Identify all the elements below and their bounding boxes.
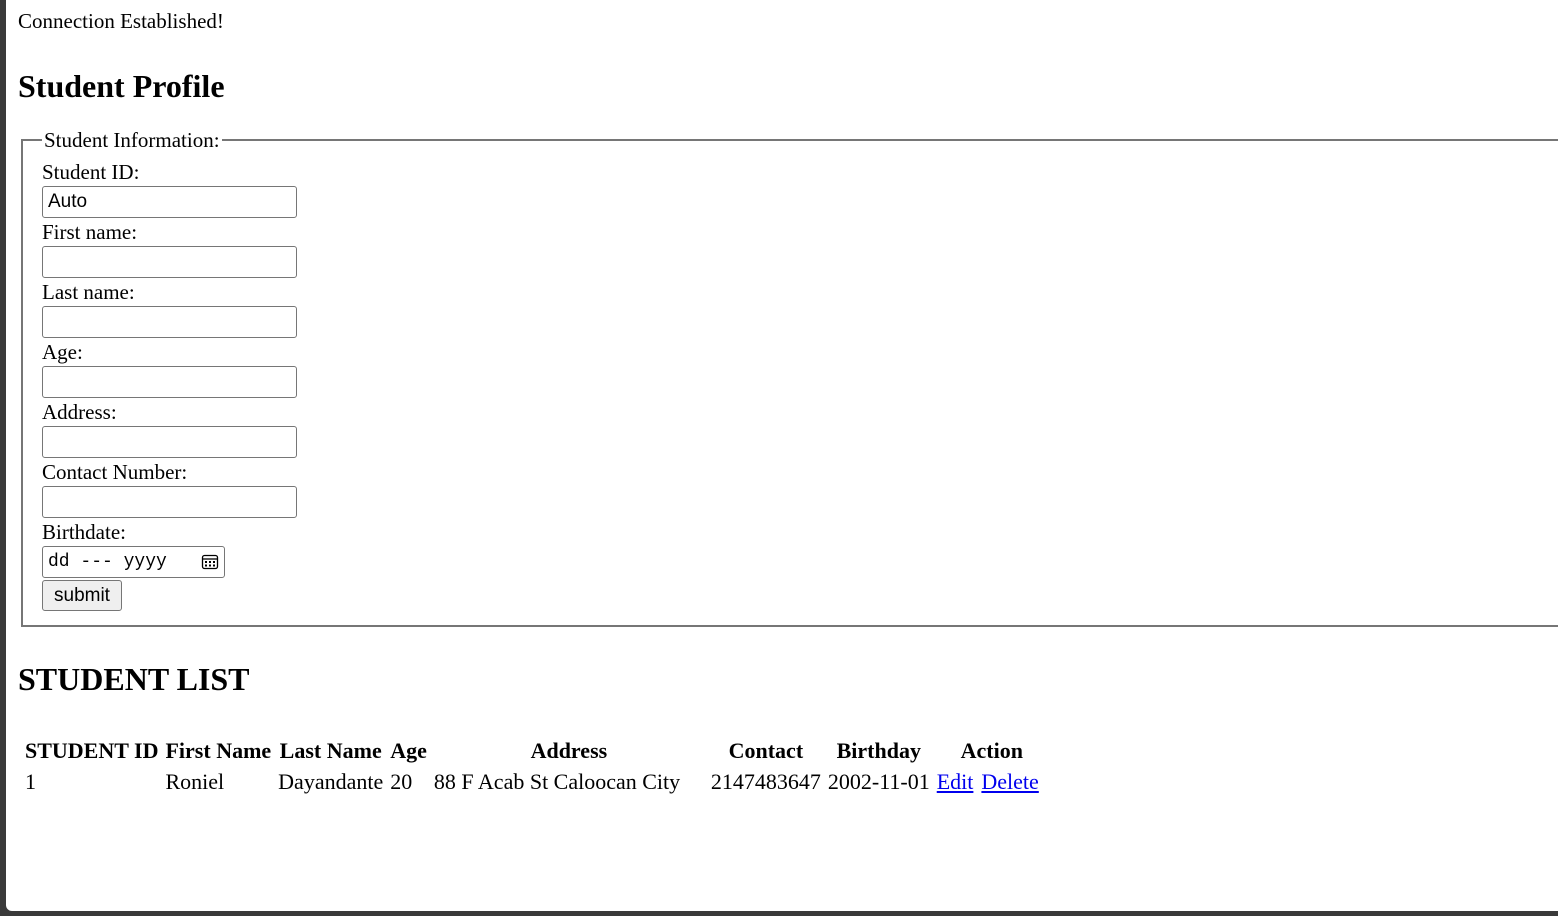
cell-first-name: Roniel (165, 769, 225, 794)
first-name-input[interactable] (42, 246, 297, 278)
page-content: Connection Established! Student Profile … (6, 0, 1558, 799)
first-name-label: First name: (42, 220, 138, 244)
cell-student-id: 1 (25, 769, 36, 794)
header-contact: Contact (728, 738, 804, 763)
birthdate-label: Birthdate: (42, 520, 126, 544)
delete-link[interactable]: Delete (981, 769, 1038, 794)
submit-button[interactable]: submit (42, 580, 122, 611)
student-id-label: Student ID: (42, 160, 140, 184)
student-info-fieldset: Student Information: Student ID: First n… (21, 128, 1558, 627)
calendar-icon[interactable] (201, 553, 219, 571)
birthdate-placeholder: dd --- yyyy (48, 552, 167, 572)
student-id-input[interactable] (42, 186, 297, 218)
address-label: Address: (42, 400, 117, 424)
age-label: Age: (42, 340, 83, 364)
header-birthday: Birthday (836, 738, 921, 763)
header-action: Action (960, 738, 1023, 763)
student-table: STUDENT ID First Name Last Name Age Addr… (20, 734, 1052, 799)
header-last-name: Last Name (279, 738, 382, 763)
contact-number-input[interactable] (42, 486, 297, 518)
student-list-title: STUDENT LIST (18, 661, 250, 697)
cell-action: Edit Delete (935, 768, 1049, 796)
cell-address: 88 F Acab St Caloocan City (433, 769, 681, 794)
connection-status-text: Connection Established! (18, 9, 224, 33)
table-row: 1 Roniel Dayandante 20 88 F Acab St Calo… (23, 768, 1049, 796)
age-input[interactable] (42, 366, 297, 398)
last-name-label: Last name: (42, 280, 135, 304)
header-first-name: First Name (165, 738, 272, 763)
cell-contact: 2147483647 (710, 769, 821, 794)
table-header-row: STUDENT ID First Name Last Name Age Addr… (23, 737, 1049, 765)
edit-link[interactable]: Edit (937, 769, 974, 794)
cell-last-name: Dayandante (278, 769, 384, 794)
last-name-input[interactable] (42, 306, 297, 338)
cell-age: 20 (390, 769, 413, 794)
header-address: Address (530, 738, 608, 763)
fieldset-legend: Student Information: (44, 128, 220, 152)
address-input[interactable] (42, 426, 297, 458)
browser-viewport: Connection Established! Student Profile … (6, 0, 1558, 911)
birthdate-input[interactable]: dd --- yyyy (42, 546, 225, 578)
cell-birthday: 2002-11-01 (827, 769, 930, 794)
contact-number-label: Contact Number: (42, 460, 188, 484)
header-student-id: STUDENT ID (25, 738, 159, 763)
header-age: Age (390, 738, 427, 763)
page-title: Student Profile (18, 68, 225, 104)
